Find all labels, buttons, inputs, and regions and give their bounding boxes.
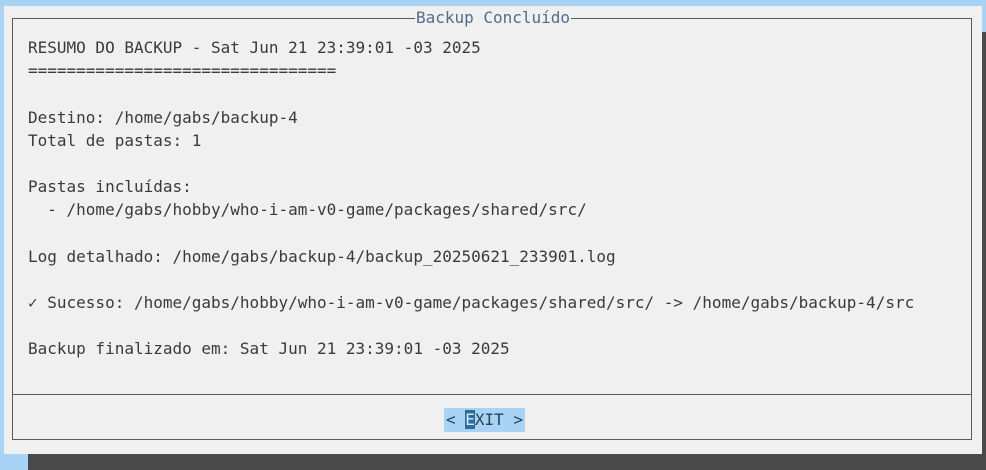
exit-button-label: XIT >: [474, 410, 524, 429]
summary-header: RESUMO DO BACKUP - Sat Jun 21 23:39:01 -…: [28, 38, 481, 57]
destination-line: Destino: /home/gabs/backup-4: [28, 107, 298, 127]
folder-count-line: Total de pastas: 1: [28, 130, 202, 150]
success-line: ✓ Sucesso: /home/gabs/hobby/who-i-am-v0-…: [28, 293, 915, 313]
backup-complete-dialog: Backup Concluído RESUMO DO BACKUP - Sat …: [4, 6, 982, 454]
button-separator: [12, 394, 972, 395]
backup-summary-text: RESUMO DO BACKUP - Sat Jun 21 23:39:01 -…: [28, 36, 968, 361]
included-folder-item: - /home/gabs/hobby/who-i-am-v0-game/pack…: [28, 200, 587, 220]
finished-at-line: Backup finalizado em: Sat Jun 21 23:39:0…: [28, 339, 510, 359]
exit-button[interactable]: < EXIT >: [444, 408, 526, 432]
included-folders-heading: Pastas incluídas:: [28, 177, 192, 197]
log-path-line: Log detalhado: /home/gabs/backup-4/backu…: [28, 246, 616, 266]
summary-separator: ================================: [28, 61, 337, 81]
exit-button-hotkey: E: [465, 410, 475, 429]
exit-button-prefix: <: [446, 410, 466, 429]
